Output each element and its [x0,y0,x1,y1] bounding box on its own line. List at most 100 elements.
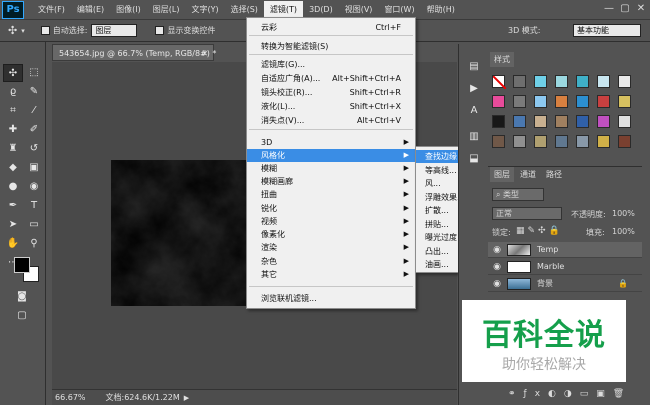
menu-item[interactable]: 图层(L) [147,1,186,19]
style-swatch[interactable] [555,95,568,108]
style-swatch[interactable] [492,95,505,108]
actions-panel-icon[interactable]: ▶ [464,80,484,98]
chevron-right-icon[interactable]: ▶ [184,394,189,402]
blend-mode-dropdown[interactable]: 正常 [492,207,562,220]
tab-channels[interactable]: 通道 [516,167,540,182]
zoom-level[interactable]: 66.67% [55,393,86,402]
filter-menu-item[interactable]: 锐化 ▶ [247,202,415,215]
quick-select-tool-icon[interactable]: ✎ [24,83,44,101]
filter-menu-item[interactable]: 液化(L)... Shift+Ctrl+X [247,100,415,113]
filter-menu-item[interactable]: 镜头校正(R)... Shift+Ctrl+R [247,86,415,99]
style-swatch[interactable] [555,75,568,88]
layer-filter-dropdown[interactable]: ⌕ 类型 [492,188,544,201]
history-panel-icon[interactable]: ▤ [464,58,484,76]
filter-menu-item[interactable]: 杂色 ▶ [247,255,415,268]
menu-item[interactable]: 文件(F) [32,1,71,19]
menu-item[interactable]: 视图(V) [339,1,379,19]
tab-paths[interactable]: 路径 [542,167,566,182]
style-swatch[interactable] [492,135,505,148]
style-swatch[interactable] [513,95,526,108]
layer-row[interactable]: ◉ Marble [488,259,642,275]
style-swatch[interactable] [618,95,631,108]
tab-layers[interactable]: 图层 [490,167,514,182]
gradient-tool-icon[interactable]: ▣ [24,159,44,177]
filter-menu-item[interactable]: 视频 ▶ [247,215,415,228]
filter-menu-item[interactable]: 模糊 ▶ [247,162,415,175]
filter-menu-item[interactable]: 模糊画廊 ▶ [247,175,415,188]
path-select-tool-icon[interactable]: ➤ [3,216,23,234]
menu-item[interactable]: 滤镜(T) [263,0,304,19]
fill-value[interactable]: 100% [612,227,635,236]
layer-row[interactable]: ◉ 背景 🔒 [488,276,642,292]
healing-brush-tool-icon[interactable]: ✚ [3,121,23,139]
layer-actions-icons[interactable]: ⚭ƒx◐◑▭▣🗑 [508,389,632,399]
eraser-tool-icon[interactable]: ◆ [3,159,23,177]
style-swatch[interactable] [576,75,589,88]
auto-select-dropdown[interactable]: 图层 [91,24,138,37]
menu-item[interactable]: 窗口(W) [378,1,420,19]
filter-menu-item[interactable]: 浏览联机滤镜... [247,292,415,305]
brush-tool-icon[interactable]: ✐ [24,121,44,139]
style-swatch[interactable] [555,115,568,128]
auto-select-checkbox[interactable] [40,26,50,35]
close-tab-icon[interactable]: ✕ [201,45,208,62]
pen-tool-icon[interactable]: ✒ [3,197,23,215]
style-swatch[interactable] [618,115,631,128]
menu-item[interactable]: 文字(Y) [185,1,224,19]
foreground-color-swatch-front[interactable] [14,257,30,273]
filter-menu-item[interactable]: 自适应广角(A)... Alt+Shift+Ctrl+A [247,72,415,85]
marquee-tool-icon[interactable]: ⬚ [24,64,44,82]
show-transform-option[interactable]: 显示变换控件 [155,25,215,36]
style-swatch[interactable] [597,75,610,88]
style-swatch[interactable] [513,115,526,128]
style-swatch[interactable] [534,95,547,108]
lasso-tool-icon[interactable]: ϱ [3,83,23,101]
style-swatch[interactable] [555,135,568,148]
opacity-value[interactable]: 100% [612,209,635,218]
filter-menu-item[interactable]: 3D ▶ [247,136,415,149]
layer-row[interactable]: ◉ Temp [488,242,642,258]
style-swatch[interactable] [597,115,610,128]
workspace-dropdown[interactable]: 基本功能 [573,24,641,37]
style-swatch[interactable] [618,135,631,148]
crop-tool-icon[interactable]: ⌗ [3,102,23,120]
filter-menu-item[interactable]: 消失点(V)... Alt+Ctrl+V [247,114,415,127]
blur-tool-icon[interactable]: ● [3,178,23,196]
filter-menu-item[interactable]: 转换为智能滤镜(S) [247,40,415,53]
clone-stamp-tool-icon[interactable]: ♜ [3,140,23,158]
type-tool-icon[interactable]: T [24,197,44,215]
move-tool-icon[interactable]: ✣ [8,24,17,37]
hand-tool-icon[interactable]: ✋ [3,235,23,253]
style-swatch[interactable] [534,135,547,148]
style-swatch[interactable] [576,115,589,128]
show-transform-checkbox[interactable] [155,26,165,35]
style-swatch[interactable] [513,75,526,88]
style-swatch[interactable] [492,115,505,128]
styles-tab[interactable]: 样式 [490,52,514,67]
menu-item[interactable]: 图像(I) [110,1,147,19]
shape-tool-icon[interactable]: ▭ [24,216,44,234]
minimize-button[interactable]: — [602,2,616,16]
style-swatch[interactable] [576,95,589,108]
screen-mode-icon[interactable]: ▢ [12,307,32,325]
document-tab[interactable]: 543654.jpg @ 66.7% (Temp, RGB/8#) * ✕ [52,44,216,62]
zoom-tool-icon[interactable]: ⚲ [24,235,44,253]
filter-menu-item[interactable]: 风格化 ▶ [247,149,415,162]
eyedropper-tool-icon[interactable]: ⁄ [24,102,44,120]
style-swatch[interactable] [534,115,547,128]
eye-icon[interactable]: ◉ [492,259,502,275]
menu-item[interactable]: 选择(S) [225,1,264,19]
style-swatch[interactable] [618,75,631,88]
style-swatch[interactable] [513,135,526,148]
chevron-down-icon[interactable]: ▾ [21,27,25,35]
move-tool-icon[interactable]: ✣ [3,64,23,82]
style-swatch[interactable] [597,135,610,148]
dodge-tool-icon[interactable]: ◉ [24,178,44,196]
filter-menu-item[interactable]: 云彩 Ctrl+F [247,21,415,34]
filter-menu-item[interactable]: 其它 ▶ [247,268,415,281]
restore-button[interactable]: ▢ [618,2,632,16]
menu-item[interactable]: 帮助(H) [421,1,461,19]
style-swatch[interactable] [597,95,610,108]
menu-item[interactable]: 编辑(E) [71,1,110,19]
character-panel-icon[interactable]: A [464,102,484,120]
